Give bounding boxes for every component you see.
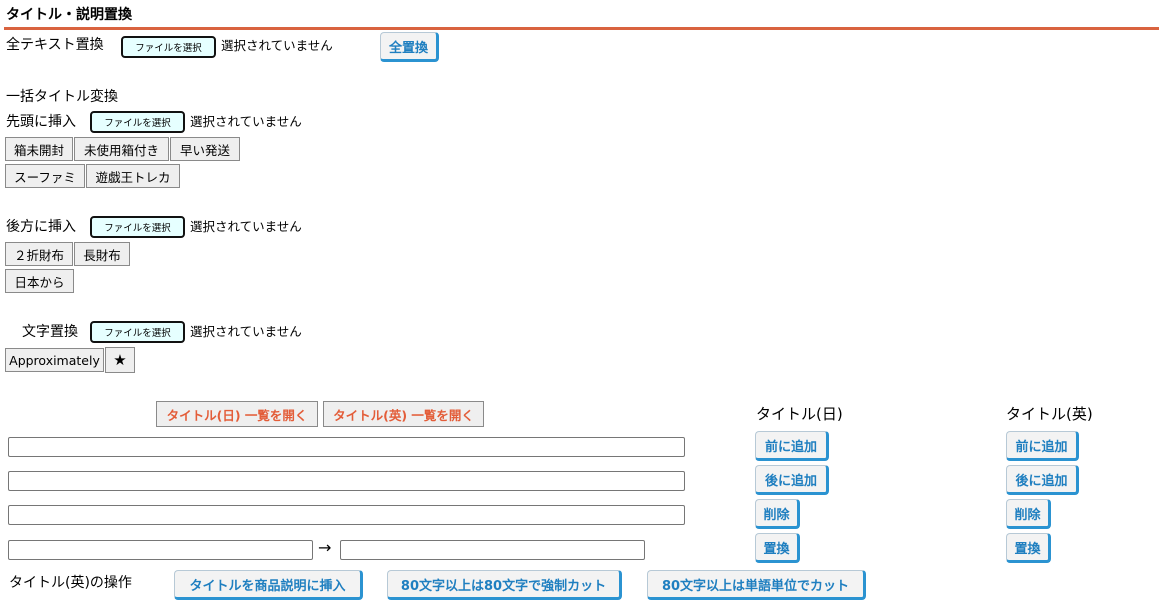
page-title: タイトル・説明置換 (6, 7, 132, 23)
insert-title-into-description-button[interactable]: タイトルを商品説明に挿入 (174, 570, 363, 600)
suffix-tag-button[interactable]: ２折財布 (5, 242, 73, 266)
append-text-input[interactable] (8, 471, 685, 491)
prefix-tag-button[interactable]: 遊戯王トレカ (86, 164, 180, 188)
char-replace-star-button[interactable]: ★ (105, 347, 135, 373)
open-en-title-list-button[interactable]: タイトル(英) 一覧を開く (323, 401, 484, 427)
en-replace-button[interactable]: 置換 (1006, 533, 1051, 563)
jp-add-back-button[interactable]: 後に追加 (755, 465, 829, 495)
prefix-label: 先頭に挿入 (6, 114, 76, 130)
char-replace-file-button[interactable]: ファイルを選択 (90, 321, 185, 343)
jp-title-column-heading: タイトル(日) (756, 405, 843, 423)
suffix-label: 後方に挿入 (6, 219, 76, 235)
full-replace-file-status: 選択されていません (221, 38, 333, 53)
prefix-tag-button[interactable]: 箱未開封 (5, 137, 73, 161)
full-replace-file-button[interactable]: ファイルを選択 (121, 36, 216, 58)
replace-arrow: → (318, 538, 332, 557)
replace-to-input[interactable] (340, 540, 645, 560)
prepend-text-input[interactable] (8, 437, 685, 457)
prefix-file-button[interactable]: ファイルを選択 (90, 111, 185, 133)
en-add-front-button[interactable]: 前に追加 (1006, 431, 1079, 461)
jp-add-front-button[interactable]: 前に追加 (755, 431, 829, 461)
header-divider (4, 27, 1159, 30)
suffix-tag-button[interactable]: 長財布 (74, 242, 130, 266)
prefix-file-status: 選択されていません (190, 114, 302, 129)
en-ops-label: タイトル(英)の操作 (9, 575, 132, 591)
bulk-title-heading: 一括タイトル変換 (6, 89, 118, 105)
prefix-tag-button[interactable]: 早い発送 (170, 137, 240, 161)
suffix-file-button[interactable]: ファイルを選択 (90, 216, 185, 238)
full-replace-label: 全テキスト置換 (6, 37, 104, 53)
en-delete-button[interactable]: 削除 (1006, 499, 1051, 529)
en-add-back-button[interactable]: 後に追加 (1006, 465, 1079, 495)
char-replace-file-status: 選択されていません (190, 324, 302, 339)
jp-delete-button[interactable]: 削除 (755, 499, 800, 529)
jp-replace-button[interactable]: 置換 (755, 533, 800, 563)
char-replace-label: 文字置換 (22, 324, 78, 340)
open-jp-title-list-button[interactable]: タイトル(日) 一覧を開く (156, 401, 318, 427)
suffix-file-status: 選択されていません (190, 219, 302, 234)
word-cut-80-button[interactable]: 80文字以上は単語単位でカット (647, 570, 866, 600)
force-cut-80-button[interactable]: 80文字以上は80文字で強制カット (387, 570, 622, 600)
prefix-tag-button[interactable]: スーファミ (5, 164, 85, 188)
replace-from-input[interactable] (8, 540, 313, 560)
suffix-tag-button[interactable]: 日本から (5, 269, 74, 293)
replace-all-button[interactable]: 全置換 (380, 32, 439, 62)
en-title-column-heading: タイトル(英) (1006, 405, 1093, 423)
delete-text-input[interactable] (8, 505, 685, 525)
char-replace-tag-button[interactable]: Approximately (5, 348, 104, 372)
prefix-tag-button[interactable]: 未使用箱付き (74, 137, 169, 161)
